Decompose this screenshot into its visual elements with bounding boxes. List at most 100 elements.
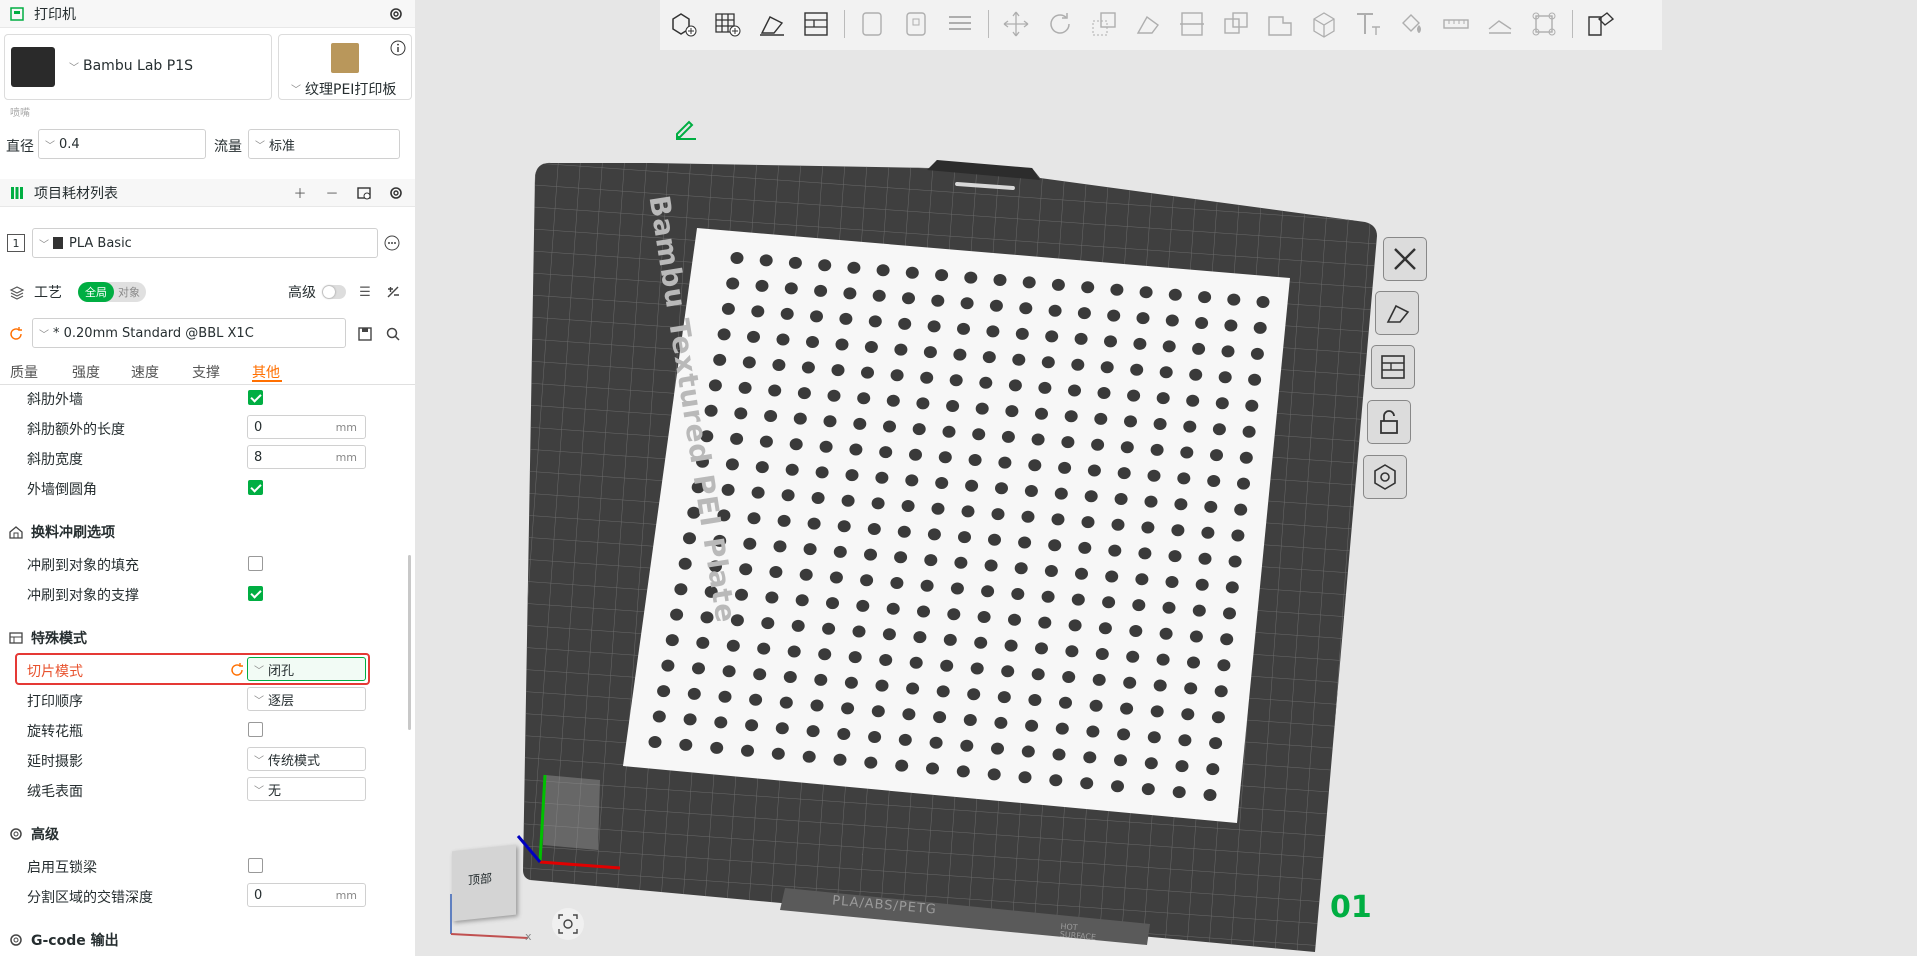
toggle-object[interactable]: 对象 — [114, 284, 144, 300]
hole — [806, 725, 820, 738]
sidebar-scrollbar[interactable] — [408, 555, 411, 730]
compare-icon[interactable] — [384, 283, 402, 301]
hole — [1124, 415, 1137, 428]
hole — [806, 336, 819, 348]
process-preset-select[interactable]: ﹀ * 0.20mm Standard @BBL X1C — [32, 318, 346, 348]
tab-speed[interactable]: 速度 — [131, 362, 159, 382]
timelapse-select[interactable]: ﹀ 传统模式 — [247, 747, 366, 771]
hole — [1019, 302, 1033, 315]
flush-support-checkbox[interactable] — [248, 586, 263, 601]
hole — [811, 492, 825, 504]
interlock-depth-value: 0 — [254, 887, 263, 903]
3d-viewport[interactable]: Bambu Textured PEI Plate PLA/ABS/PETG HO… — [415, 0, 1917, 956]
printer-select[interactable]: ﹀ Bambu Lab P1S — [4, 34, 272, 100]
hole — [1211, 711, 1225, 724]
advanced-toggle[interactable] — [322, 285, 346, 299]
active-tab-underline — [252, 380, 282, 382]
filament-sync-icon[interactable] — [355, 184, 373, 202]
plate-number: 01 — [1330, 890, 1372, 925]
build-plate[interactable] — [415, 0, 1917, 956]
rib-wall-checkbox[interactable] — [248, 390, 263, 405]
filament-select[interactable]: ﹀ PLA Basic — [32, 228, 378, 258]
hole — [1237, 477, 1250, 490]
global-object-toggle[interactable]: 全局 对象 — [78, 282, 146, 302]
hole — [1129, 625, 1143, 637]
tab-support[interactable]: 支撑 — [192, 362, 220, 382]
hole — [1218, 371, 1232, 384]
view-cube-axes — [450, 894, 529, 939]
hole — [989, 299, 1003, 312]
hole — [879, 654, 893, 666]
slice-mode-reset-icon[interactable] — [228, 661, 246, 679]
reset-preset-icon[interactable] — [7, 325, 25, 343]
outer-fillet-checkbox[interactable] — [248, 480, 263, 495]
hole — [674, 583, 688, 596]
list-icon[interactable]: ☰ — [356, 283, 374, 301]
tab-strength[interactable]: 强度 — [72, 362, 100, 382]
hole — [776, 333, 790, 346]
spiral-vase-checkbox[interactable] — [248, 722, 263, 737]
toggle-global[interactable]: 全局 — [78, 282, 114, 302]
hole — [1132, 599, 1146, 612]
hole — [1120, 441, 1134, 454]
hole — [909, 656, 923, 669]
printer-settings-gear-icon[interactable] — [387, 5, 405, 23]
hole — [947, 608, 961, 621]
search-icon[interactable] — [384, 325, 402, 343]
hole — [1068, 619, 1082, 632]
hole — [1150, 705, 1164, 718]
hole — [683, 532, 696, 545]
hole — [1068, 384, 1081, 397]
hole — [1092, 673, 1106, 686]
hole — [747, 512, 761, 525]
printer-section-title: 打印机 — [34, 6, 76, 23]
hole — [835, 338, 849, 351]
hole — [882, 628, 896, 641]
filament-more-icon[interactable] — [383, 234, 401, 252]
hole — [1021, 510, 1035, 523]
hole — [940, 659, 954, 672]
fuzzy-skin-select[interactable]: ﹀ 无 — [247, 777, 366, 801]
hole — [1014, 562, 1028, 575]
rib-extra-length-input[interactable]: 0 mm — [247, 415, 366, 439]
slice-mode-select[interactable]: ﹀ 闭孔 — [247, 657, 366, 681]
info-icon[interactable] — [389, 39, 407, 57]
save-preset-icon[interactable] — [356, 325, 374, 343]
flush-section-title: 换料冲刷选项 — [31, 525, 115, 541]
print-order-select[interactable]: ﹀ 逐层 — [247, 687, 366, 711]
plate-settings-icon[interactable] — [1363, 455, 1407, 499]
hole — [931, 294, 945, 307]
reset-camera-icon[interactable] — [552, 908, 584, 940]
tab-others[interactable]: 其他 — [252, 362, 280, 382]
interlock-depth-input[interactable]: 0 mm — [247, 883, 366, 907]
hole — [867, 523, 881, 535]
filament-gear-icon[interactable] — [387, 184, 405, 202]
delete-plate-icon[interactable] — [1383, 237, 1427, 281]
hole — [1100, 361, 1114, 374]
diameter-select[interactable]: ﹀ 0.4 — [38, 129, 206, 159]
hole — [1086, 725, 1100, 738]
hole — [1077, 307, 1091, 320]
orient-plate-icon[interactable] — [1375, 291, 1419, 335]
advanced-section-header: 高级 — [7, 824, 59, 844]
lock-plate-icon[interactable] — [1367, 400, 1411, 444]
flush-infill-checkbox[interactable] — [248, 556, 263, 571]
hole — [1111, 518, 1125, 531]
hole — [1187, 656, 1200, 669]
hole — [1168, 550, 1182, 563]
hole — [929, 736, 943, 749]
hole — [1171, 524, 1185, 537]
add-filament-icon[interactable]: ＋ — [291, 184, 309, 202]
hole — [1127, 389, 1141, 402]
rib-width-input[interactable]: 8 mm — [247, 445, 366, 469]
tab-quality[interactable]: 质量 — [10, 362, 38, 382]
hole — [1008, 613, 1021, 626]
hole — [1256, 296, 1270, 308]
hole — [749, 693, 763, 706]
flow-select[interactable]: ﹀ 标准 — [248, 129, 400, 159]
remove-filament-icon[interactable]: － — [323, 184, 341, 202]
arrange-plate-icon[interactable] — [1371, 345, 1415, 389]
plate-select[interactable]: ﹀ 纹理PEI打印板 — [278, 34, 412, 100]
hole — [1012, 353, 1026, 366]
interlocking-checkbox[interactable] — [248, 858, 263, 873]
